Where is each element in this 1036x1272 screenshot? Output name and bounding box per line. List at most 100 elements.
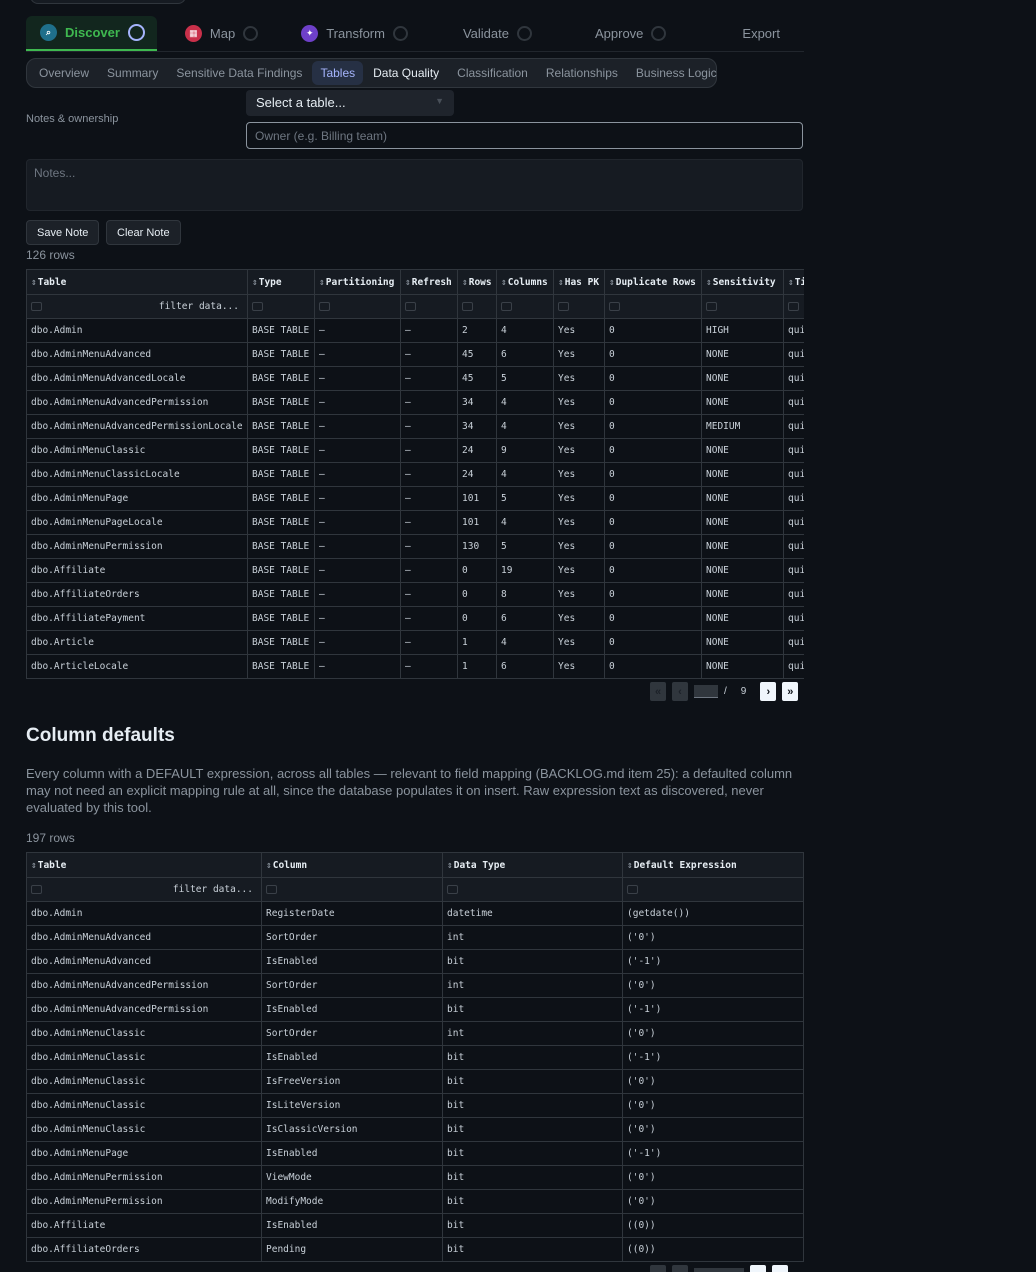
column-filter[interactable] xyxy=(247,294,315,319)
step-export[interactable]: Export xyxy=(742,16,780,51)
column-filter[interactable] xyxy=(604,294,702,319)
save-note-button[interactable]: Save Note xyxy=(26,220,100,245)
table-cell: — xyxy=(400,630,458,655)
step-approve[interactable]: Approve xyxy=(595,16,667,51)
table-row[interactable]: dbo.AdminMenuAdvanced BASE TABLE — —45 6 Yes 0… xyxy=(26,342,804,367)
table-row[interactable]: dbo.AdminMenuPageLocale BASE TABLE — —101 4 Y… xyxy=(26,510,804,535)
table-row[interactable]: dbo.ArticleLocale BASE TABLE — —1 6 Yes 0 NONE q… xyxy=(26,654,804,679)
next-page-button[interactable]: › xyxy=(760,682,777,701)
table-row[interactable]: dbo.AffiliateOrders Pending bit ((0)) xyxy=(26,1237,804,1262)
column-header[interactable]: ⇕Data Type xyxy=(442,852,623,878)
column-header[interactable]: ⇕Columns xyxy=(496,269,554,295)
column-filter[interactable] xyxy=(261,877,443,902)
table-row[interactable]: dbo.AdminMenuAdvanced IsEnabled bit ('-1') xyxy=(26,949,804,974)
clear-note-button[interactable]: Clear Note xyxy=(106,220,181,245)
column-header[interactable]: ⇕Duplicate Rows xyxy=(604,269,702,295)
column-filter[interactable] xyxy=(314,294,401,319)
table-row[interactable]: dbo.AdminMenuAdvancedPermission SortOrder… xyxy=(26,973,804,998)
filter-type-icon xyxy=(252,302,263,311)
table-row[interactable]: dbo.AdminMenuAdvancedPermission BASE TABL… xyxy=(26,390,804,415)
table-row[interactable]: dbo.AdminMenuClassic BASE TABLE — —24 9 Yes 0 N… xyxy=(26,438,804,463)
table-row[interactable]: dbo.AdminMenuClassic IsEnabled bit ('-1') xyxy=(26,1045,804,1070)
prev-page-button[interactable]: ‹ xyxy=(672,682,688,701)
table-row[interactable]: dbo.AdminMenuAdvancedPermission IsEnabled… xyxy=(26,997,804,1022)
table-row[interactable]: dbo.AdminMenuPermission BASE TABLE — —130 5 Y… xyxy=(26,534,804,559)
column-filter[interactable] xyxy=(553,294,605,319)
tab-classification[interactable]: Classification xyxy=(449,61,536,85)
table-cell: ViewMode xyxy=(261,1165,443,1190)
step-transform[interactable]: ✦ Transform xyxy=(301,16,408,51)
tab-sensitive-data-findings[interactable]: Sensitive Data Findings xyxy=(168,61,310,85)
table-row[interactable]: dbo.AdminMenuAdvancedPermissionLocale BAS… xyxy=(26,414,804,439)
table-row[interactable]: dbo.AdminMenuAdvanced SortOrder int ('0') xyxy=(26,925,804,950)
step-validate[interactable]: Validate xyxy=(463,16,532,51)
column-filter[interactable] xyxy=(701,294,784,319)
column-header[interactable]: ⇕Rows xyxy=(457,269,497,295)
column-header[interactable]: ⇕Ti xyxy=(783,269,804,295)
column-header[interactable]: ⇕Table xyxy=(26,852,262,878)
step-map[interactable]: ▦ Map xyxy=(184,16,259,51)
page-number-input[interactable] xyxy=(694,1268,744,1272)
filter-type-icon xyxy=(31,885,42,894)
table-row[interactable]: dbo.Affiliate BASE TABLE — —0 19 Yes 0 NONE qui xyxy=(26,558,804,583)
column-header[interactable]: ⇕Sensitivity xyxy=(701,269,784,295)
table-cell: dbo.AdminMenuAdvanced xyxy=(26,949,262,974)
table-row[interactable]: dbo.AdminMenuClassic IsLiteVersion bit ('0'… xyxy=(26,1093,804,1118)
table-row[interactable]: dbo.AdminMenuClassic IsClassicVersion bit(… xyxy=(26,1117,804,1142)
table-cell: 5 xyxy=(496,366,554,391)
table-cell: ('0') xyxy=(622,1165,804,1190)
tab-business-logic[interactable]: Business Logic xyxy=(628,61,725,85)
table-row[interactable]: dbo.Admin RegisterDate datetime (getdate()) xyxy=(26,901,804,926)
notes-textarea[interactable] xyxy=(26,159,803,211)
step-discover[interactable]: ⌕ Discover xyxy=(26,16,157,51)
column-filter[interactable] xyxy=(783,294,804,319)
column-header[interactable]: ⇕Partitioning xyxy=(314,269,401,295)
column-header[interactable]: ⇕Table xyxy=(26,269,248,295)
column-header[interactable]: ⇕Column xyxy=(261,852,443,878)
tab-summary[interactable]: Summary xyxy=(99,61,166,85)
column-filter[interactable] xyxy=(496,294,554,319)
column-filter[interactable] xyxy=(457,294,497,319)
tab-relationships[interactable]: Relationships xyxy=(538,61,626,85)
table-row[interactable]: dbo.AdminMenuClassicLocale BASE TABLE — —24… xyxy=(26,462,804,487)
table-row[interactable]: dbo.Admin BASE TABLE — —2 4 Yes 0 HIGH qui xyxy=(26,318,804,343)
owner-input[interactable] xyxy=(246,122,803,149)
table-cell: bit xyxy=(442,1165,623,1190)
table-cell: NONE xyxy=(701,366,784,391)
column-filter[interactable]: filter data... xyxy=(26,294,248,319)
column-header[interactable]: ⇕Default Expression xyxy=(622,852,804,878)
table-cell: — xyxy=(400,390,458,415)
table-row[interactable]: dbo.Affiliate IsEnabled bit ((0)) xyxy=(26,1213,804,1238)
table-row[interactable]: dbo.AdminMenuAdvancedLocale BASE TABLE — —4… xyxy=(26,366,804,391)
tab-overview[interactable]: Overview xyxy=(31,61,97,85)
prev-page-button[interactable]: ‹ xyxy=(672,1265,688,1272)
last-page-button[interactable]: » xyxy=(772,1265,788,1272)
first-page-button[interactable]: « xyxy=(650,682,666,701)
page-number-input[interactable] xyxy=(694,685,718,698)
column-header[interactable]: ⇕Type xyxy=(247,269,315,295)
column-filter[interactable] xyxy=(400,294,458,319)
column-filter[interactable] xyxy=(442,877,623,902)
table-row[interactable]: dbo.AdminMenuClassic IsFreeVersion bit ('0'… xyxy=(26,1069,804,1094)
table-row[interactable]: dbo.AdminMenuPage BASE TABLE — —101 5 Yes 0 NON… xyxy=(26,486,804,511)
table-row[interactable]: dbo.AffiliatePayment BASE TABLE — —0 6 Yes 0 NO… xyxy=(26,606,804,631)
table-row[interactable]: dbo.AdminMenuPermission ModifyMode bit ('0'… xyxy=(26,1189,804,1214)
table-row[interactable]: dbo.AdminMenuPermission ViewMode bit ('0') xyxy=(26,1165,804,1190)
column-header[interactable]: ⇕Refresh xyxy=(400,269,458,295)
table-cell: 0 xyxy=(604,390,702,415)
sort-icon: ⇕ xyxy=(31,859,37,871)
tab-data-quality[interactable]: Data Quality xyxy=(365,61,447,85)
table-cell: — xyxy=(400,582,458,607)
table-row[interactable]: dbo.AdminMenuClassic SortOrder int ('0') xyxy=(26,1021,804,1046)
column-header[interactable]: ⇕Has PK xyxy=(553,269,605,295)
last-page-button[interactable]: » xyxy=(782,682,799,701)
table-row[interactable]: dbo.AffiliateOrders BASE TABLE — —0 8 Yes 0 NON… xyxy=(26,582,804,607)
tab-tables[interactable]: Tables xyxy=(312,61,364,85)
table-select[interactable]: Select a table... ▼ xyxy=(246,90,454,116)
column-filter[interactable] xyxy=(622,877,804,902)
next-page-button[interactable]: › xyxy=(750,1265,766,1272)
first-page-button[interactable]: « xyxy=(650,1265,666,1272)
column-filter[interactable]: filter data... xyxy=(26,877,262,902)
table-row[interactable]: dbo.AdminMenuPage IsEnabled bit ('-1') xyxy=(26,1141,804,1166)
table-row[interactable]: dbo.Article BASE TABLE — —1 4 Yes 0 NONE qui xyxy=(26,630,804,655)
